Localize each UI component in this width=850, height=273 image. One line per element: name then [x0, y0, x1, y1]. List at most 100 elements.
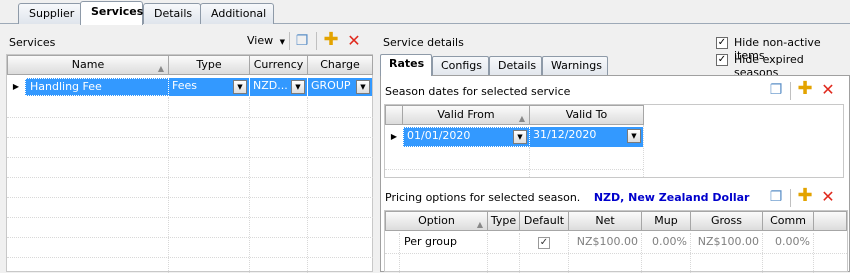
- column-label: Gross: [711, 214, 742, 227]
- toolbar-divider: [316, 32, 317, 50]
- column-label: Name: [71, 58, 105, 71]
- type-select[interactable]: Fees ▼: [169, 78, 249, 96]
- table-row[interactable]: Per group ✓ NZ$100.00 0.00% NZ$100.00 0.…: [385, 233, 847, 253]
- tab-additional[interactable]: Additional: [200, 3, 274, 24]
- column-label: Charge: [320, 58, 360, 71]
- column-label: Valid From: [437, 108, 495, 121]
- column-header-currency[interactable]: Currency: [249, 55, 308, 75]
- service-details-title: Service details: [383, 36, 464, 49]
- charge-value: GROUP: [311, 79, 351, 92]
- toolbar-divider: [289, 32, 290, 50]
- valid-to-select[interactable]: 31/12/2020 ▼: [530, 127, 643, 147]
- sort-icon: ▲: [518, 114, 525, 123]
- currency-select[interactable]: NZD... ▼: [250, 78, 307, 96]
- cell-net: NZ$100.00: [576, 235, 638, 248]
- column-label: Currency: [253, 58, 304, 71]
- grid-line: [690, 233, 691, 273]
- tab-warnings[interactable]: Warnings: [542, 56, 608, 76]
- row-header-corner: [385, 105, 403, 125]
- column-header-option[interactable]: Option ▲: [385, 211, 488, 231]
- column-header-type[interactable]: Type: [487, 211, 520, 231]
- grid-line: [529, 147, 530, 177]
- column-label: Type: [490, 214, 517, 227]
- grid-line: [7, 257, 373, 258]
- grid-line: [7, 157, 373, 158]
- column-header-name[interactable]: Name ▲: [7, 55, 169, 75]
- column-header-gross[interactable]: Gross: [690, 211, 763, 231]
- chevron-down-icon[interactable]: ▼: [291, 80, 305, 94]
- tab-rates[interactable]: Rates: [380, 54, 432, 76]
- grid-line: [7, 217, 373, 218]
- column-header-type[interactable]: Type: [168, 55, 250, 75]
- grid-line: [487, 233, 488, 273]
- toolbar-divider: [790, 82, 791, 100]
- column-header-mup[interactable]: Mup: [641, 211, 691, 231]
- default-checkbox[interactable]: ✓: [538, 237, 550, 249]
- tab-configs[interactable]: Configs: [432, 56, 489, 76]
- add-season-button[interactable]: ✚: [797, 80, 813, 98]
- tab-details[interactable]: Details: [143, 3, 201, 24]
- hide-expired-checkbox[interactable]: ✓: [716, 54, 728, 66]
- delete-pricing-button[interactable]: ✕: [820, 189, 836, 205]
- chevron-down-icon[interactable]: ▼: [356, 80, 370, 94]
- table-row[interactable]: Handling Fee: [25, 78, 169, 96]
- valid-to-value: 31/12/2020: [533, 128, 597, 141]
- view-menu-label: View: [247, 34, 274, 47]
- column-label: Valid To: [565, 108, 608, 121]
- pricing-grid: Option ▲ Type Default Net Mup Gross Comm…: [384, 210, 848, 273]
- pricing-title-row: Pricing options for selected season. NZD…: [385, 191, 749, 204]
- column-header-comm[interactable]: Comm: [762, 211, 814, 231]
- grid-line: [813, 233, 814, 273]
- tab-supplier[interactable]: Supplier: [18, 3, 82, 24]
- chevron-down-icon[interactable]: ▼: [513, 130, 527, 144]
- season-title: Season dates for selected service: [385, 85, 571, 98]
- grid-line: [168, 97, 169, 273]
- column-header-valid-to[interactable]: Valid To: [529, 105, 644, 125]
- column-label: Option: [418, 214, 455, 227]
- grid-line: [249, 97, 250, 273]
- services-panel: Services View ▼ ❐ ✚ ✕ Name ▲ Type Curren…: [0, 24, 373, 273]
- grid-line: [762, 233, 763, 273]
- add-service-button[interactable]: ✚: [323, 31, 339, 49]
- tab-details[interactable]: Details: [489, 56, 542, 76]
- view-menu-button[interactable]: View ▼: [247, 34, 285, 47]
- valid-from-select[interactable]: 01/01/2020 ▼: [403, 127, 530, 147]
- cell-name: Handling Fee: [30, 80, 102, 93]
- copy-icon[interactable]: ❐: [294, 33, 310, 49]
- add-pricing-button[interactable]: ✚: [797, 187, 813, 205]
- sort-icon: ▲: [157, 64, 164, 73]
- chevron-down-icon: ▼: [279, 38, 285, 46]
- column-header-valid-from[interactable]: Valid From ▲: [402, 105, 530, 125]
- column-header-extra: [813, 211, 847, 231]
- details-tabbar: Rates Configs Details Warnings: [380, 54, 620, 76]
- grid-line: [7, 197, 373, 198]
- chevron-down-icon[interactable]: ▼: [627, 129, 641, 143]
- rates-tab-content: Season dates for selected service ❐ ✚ ✕ …: [380, 75, 850, 273]
- services-grid: Name ▲ Type Currency Charge ▶ Handling F…: [6, 54, 373, 273]
- hide-nonactive-checkbox[interactable]: ✓: [716, 37, 728, 49]
- cell-mup: 0.00%: [652, 235, 687, 248]
- charge-select[interactable]: GROUP ▼: [308, 78, 372, 96]
- valid-from-value: 01/01/2020: [407, 129, 471, 142]
- top-tabbar: Supplier Services Details Additional: [0, 0, 850, 25]
- service-details-panel: Service details ✓ Hide non-active items …: [374, 24, 850, 273]
- pricing-title: Pricing options for selected season.: [385, 191, 581, 204]
- grid-line: [385, 169, 643, 170]
- cell-comm: 0.00%: [775, 235, 810, 248]
- column-header-default[interactable]: Default: [519, 211, 569, 231]
- pricing-currency: NZD, New Zealand Dollar: [593, 191, 750, 204]
- tab-services[interactable]: Services: [80, 1, 143, 25]
- type-value: Fees: [172, 79, 197, 92]
- copy-icon[interactable]: ❐: [768, 189, 784, 205]
- delete-season-button[interactable]: ✕: [820, 82, 836, 98]
- delete-service-button[interactable]: ✕: [346, 33, 362, 49]
- column-header-charge[interactable]: Charge: [307, 55, 373, 75]
- column-label: Type: [196, 58, 222, 71]
- cell-gross: NZ$100.00: [697, 235, 759, 248]
- column-label: Net: [595, 214, 615, 227]
- chevron-down-icon[interactable]: ▼: [233, 80, 247, 94]
- grid-line: [643, 125, 644, 177]
- services-title: Services: [9, 36, 56, 49]
- column-header-net[interactable]: Net: [568, 211, 642, 231]
- copy-icon[interactable]: ❐: [768, 82, 784, 98]
